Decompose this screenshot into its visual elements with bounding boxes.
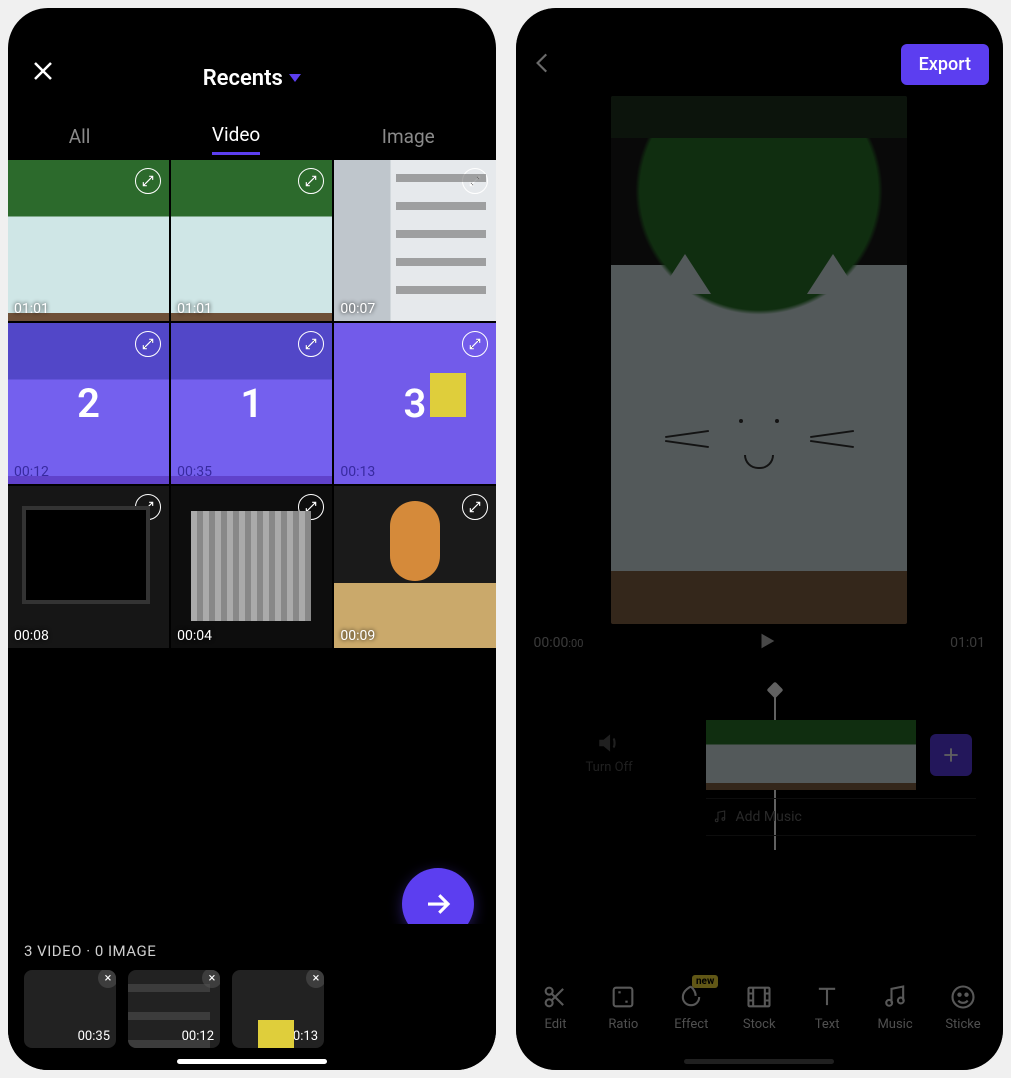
tray-duration: 00:13 (286, 1029, 318, 1044)
duration-label: 00:07 (340, 301, 375, 317)
tool-stock[interactable]: Stock (726, 983, 792, 1032)
remove-button[interactable]: × (98, 970, 116, 988)
duration-label: 01:01 (14, 301, 49, 317)
tray-duration: 00:35 (78, 1029, 110, 1044)
duration-label: 00:12 (14, 464, 49, 480)
sound-toggle[interactable]: Turn Off (586, 730, 633, 775)
tool-sticker[interactable]: Sticke (930, 983, 996, 1032)
tool-edit[interactable]: Edit (522, 983, 588, 1032)
selection-order: 1 (240, 380, 263, 427)
editor-header: Export (516, 36, 1004, 96)
chevron-down-icon (289, 74, 301, 82)
expand-icon[interactable] (135, 494, 161, 520)
home-indicator (177, 1059, 327, 1064)
expand-icon[interactable] (462, 494, 488, 520)
media-cell[interactable]: 01:01 (8, 160, 169, 321)
selection-count: 3 VIDEO · 0 IMAGE (24, 942, 480, 960)
duration-label: 00:35 (177, 464, 212, 480)
tray-item[interactable]: × 00:13 (232, 970, 324, 1048)
clip-thumb[interactable] (776, 720, 846, 790)
expand-icon[interactable] (298, 494, 324, 520)
clip-thumb[interactable] (706, 720, 776, 790)
media-cell-selected[interactable]: 2 00:12 (8, 323, 169, 484)
media-cell-selected[interactable]: 1 00:35 (171, 323, 332, 484)
expand-icon[interactable] (135, 168, 161, 194)
tool-effect[interactable]: new Effect (658, 983, 724, 1032)
tray-item[interactable]: × 00:12 (128, 970, 220, 1048)
new-badge: new (692, 975, 718, 988)
current-time: 00:00:00 (534, 635, 584, 651)
selection-tray: 3 VIDEO · 0 IMAGE × 00:35 × 00:12 × 00:1… (8, 924, 496, 1070)
album-label: Recents (203, 66, 283, 91)
tray-duration: 00:12 (182, 1029, 214, 1044)
media-type-tabs: All Video Image (8, 118, 496, 160)
media-cell[interactable]: 01:01 (171, 160, 332, 321)
duration-label: 00:04 (177, 628, 212, 644)
expand-icon[interactable] (298, 168, 324, 194)
media-cell[interactable]: 00:07 (334, 160, 495, 321)
duration-label: 00:09 (340, 628, 375, 644)
remove-button[interactable]: × (202, 970, 220, 988)
tab-all[interactable]: All (69, 125, 91, 154)
editor-screen: Export 00:00:00 01:01 Turn Off (516, 8, 1004, 1070)
expand-icon[interactable] (462, 331, 488, 357)
media-grid: 01:01 01:01 00:07 2 00:12 1 00:35 3 00:1… (8, 160, 496, 648)
clip-thumb[interactable] (846, 720, 916, 790)
media-picker-screen: Recents All Video Image 01:01 01:01 00:0… (8, 8, 496, 1070)
media-cell[interactable]: 00:04 (171, 486, 332, 647)
tool-music[interactable]: Music (862, 983, 928, 1032)
clip-strip[interactable] (706, 720, 972, 790)
editor-toolbar: Edit Ratio new Effect Stock Text Music S… (516, 968, 1004, 1046)
tab-image[interactable]: Image (382, 125, 435, 154)
media-cell-selected[interactable]: 3 00:13 (334, 323, 495, 484)
time-row: 00:00:00 01:01 (516, 624, 1004, 662)
media-cell[interactable]: 00:08 (8, 486, 169, 647)
add-music-label: Add Music (736, 809, 802, 825)
expand-icon[interactable] (462, 168, 488, 194)
play-button[interactable] (756, 630, 778, 656)
album-dropdown[interactable]: Recents (203, 66, 301, 91)
export-button[interactable]: Export (901, 44, 989, 85)
add-music-row[interactable]: Add Music (706, 798, 976, 836)
add-clip-button[interactable] (930, 734, 972, 776)
back-button[interactable] (530, 50, 556, 80)
sound-label: Turn Off (586, 760, 633, 775)
tray-item[interactable]: × 00:35 (24, 970, 116, 1048)
video-preview[interactable] (611, 96, 907, 624)
duration-label: 00:08 (14, 628, 49, 644)
home-indicator (684, 1059, 834, 1064)
tool-ratio[interactable]: Ratio (590, 983, 656, 1032)
media-cell[interactable]: 00:09 (334, 486, 495, 647)
picker-header: Recents (8, 38, 496, 118)
remove-button[interactable]: × (306, 970, 324, 988)
tab-video[interactable]: Video (212, 123, 260, 155)
close-button[interactable] (28, 56, 58, 86)
duration-label: 01:01 (177, 301, 212, 317)
selection-order: 3 (403, 380, 426, 427)
timeline[interactable]: Turn Off Add Music (516, 720, 1004, 860)
total-time: 01:01 (950, 635, 985, 651)
duration-label: 00:13 (340, 464, 375, 480)
selection-order: 2 (77, 380, 100, 427)
tool-text[interactable]: Text (794, 983, 860, 1032)
